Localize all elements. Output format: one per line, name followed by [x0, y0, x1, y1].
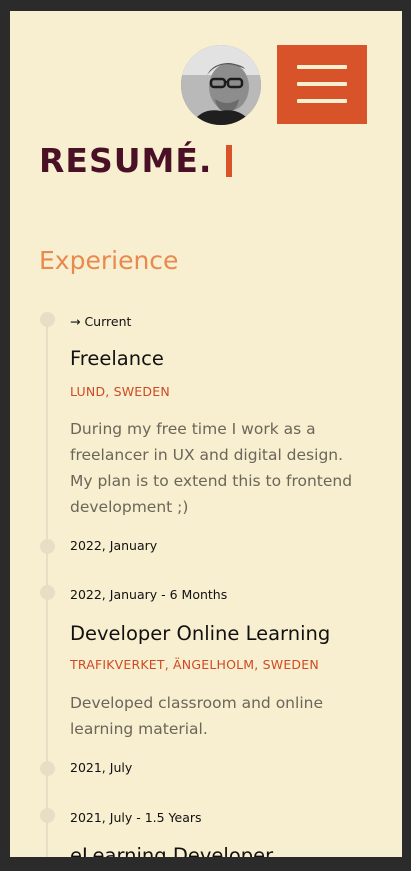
- job-description: During my free time I work as a freelanc…: [70, 420, 353, 516]
- entry-end-date: 2021, July: [70, 760, 133, 775]
- timeline-dot: [40, 539, 55, 554]
- job-title: eLearning Developer: [70, 844, 274, 857]
- job-title: Developer Online Learning: [70, 622, 331, 645]
- page-title: RESUMÉ.: [39, 141, 233, 180]
- entry-end-date: 2022, January: [70, 538, 158, 553]
- timeline-dot: [40, 585, 55, 600]
- entry-start-date: 2021, July - 1.5 Years: [70, 810, 202, 825]
- hamburger-menu-icon: [297, 65, 347, 69]
- job-description: Developed classroom and online learning …: [70, 694, 323, 738]
- job-location: LUND, SWEDEN: [70, 384, 170, 399]
- hamburger-menu-icon-bottom: [297, 99, 347, 103]
- avatar: [181, 45, 261, 125]
- job-title: Freelance: [70, 347, 164, 370]
- timeline-dot: [40, 761, 55, 776]
- menu-button[interactable]: [277, 45, 367, 124]
- entry-start-date: → Current: [70, 314, 132, 329]
- hamburger-menu-icon-middle: [297, 82, 347, 86]
- timeline-dot: [40, 808, 55, 823]
- job-location: TRAFIKVERKET, ÄNGELHOLM, SWEDEN: [70, 657, 319, 672]
- resume-page: RESUMÉ. Experience → Current Freelance L…: [10, 11, 402, 857]
- experience-heading: Experience: [39, 246, 179, 275]
- profile-photo: [181, 45, 261, 125]
- timeline-dot: [40, 312, 55, 327]
- page-title-text: RESUMÉ.: [39, 141, 213, 180]
- title-cursor-icon: [226, 144, 233, 177]
- entry-start-date: 2022, January - 6 Months: [70, 587, 228, 602]
